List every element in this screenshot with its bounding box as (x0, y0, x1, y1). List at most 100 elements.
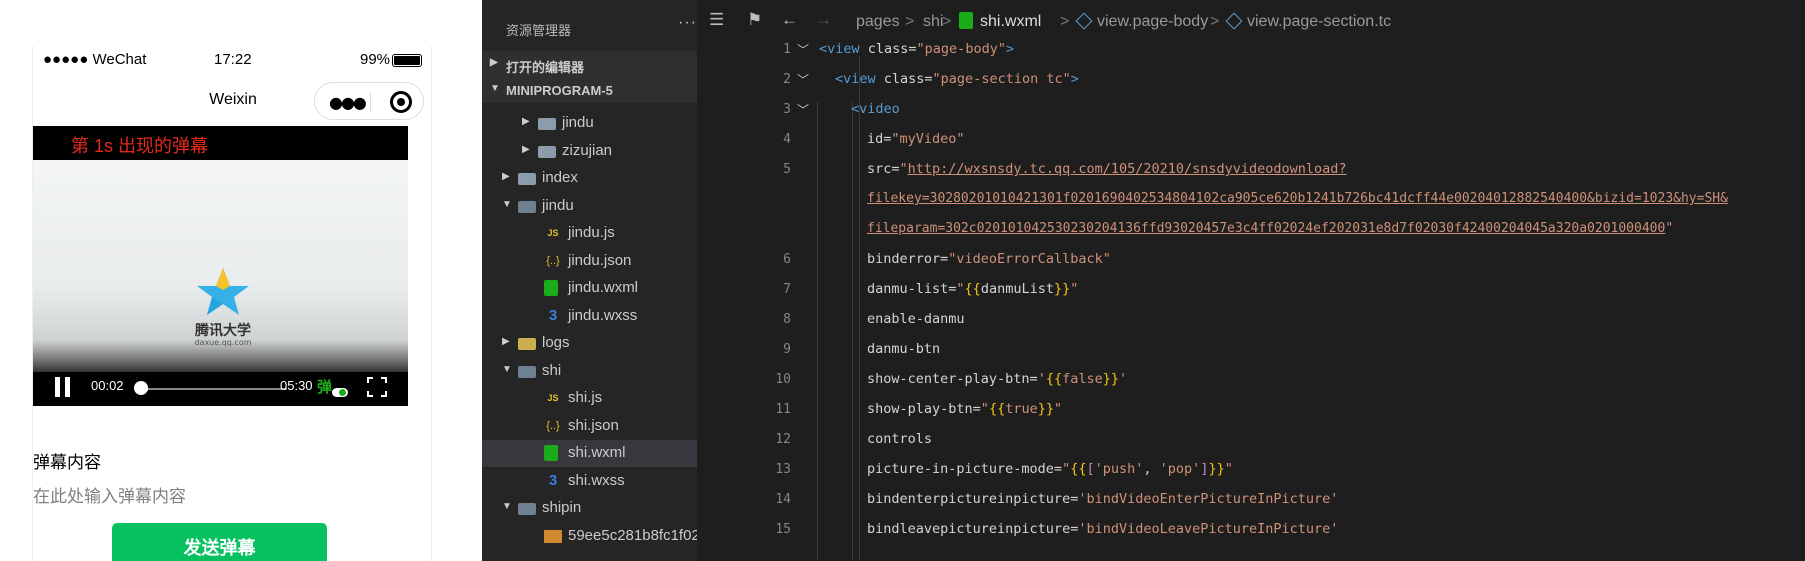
code-link[interactable]: filekey=30280201010421301f02016904025348… (867, 191, 1728, 206)
line-number: 13 (775, 462, 791, 477)
code-token: " (1053, 401, 1063, 417)
code-link[interactable]: http://wxsnsdy.tc.qq.com/105/20210/snsdy… (908, 161, 1347, 177)
logo-subtext: daxue.qq.com (194, 338, 252, 347)
chevron-right-icon: ▶ (522, 116, 530, 127)
tree-item-label: shi.json (568, 416, 619, 434)
tree-item[interactable]: ▶ jindu (482, 110, 697, 137)
bookmark-icon[interactable]: ⚑ (747, 10, 762, 30)
tree-item[interactable]: shi.wxml (482, 440, 697, 467)
code-token: show-center-play-btn= (867, 371, 1038, 387)
open-editors-section[interactable]: ▶ 打开的编辑器 (482, 51, 697, 77)
tree-item[interactable]: 3 jindu.wxss (482, 303, 697, 330)
tree-item[interactable]: ▶ zizujian (482, 138, 697, 165)
folder-open-icon (518, 503, 536, 515)
video-file-icon (544, 529, 562, 543)
tree-item[interactable]: jindu.wxml (482, 275, 697, 302)
code-line: controls (867, 431, 932, 447)
folder-open-icon (518, 200, 536, 213)
code-line: src="http://wxsnsdy.tc.qq.com/105/20210/… (867, 161, 1347, 177)
code-token: 'push' (1094, 461, 1144, 477)
code-token: " (899, 161, 908, 177)
tree-item-label: shi (542, 361, 562, 379)
list-icon[interactable]: ☰ (709, 10, 724, 30)
code-token: 'pop' (1159, 461, 1201, 477)
fold-chevron-icon[interactable]: ﹀ (797, 71, 809, 88)
code-line: id="myVideo" (867, 131, 965, 147)
tree-item[interactable]: ▼ shi (482, 358, 697, 385)
danmu-input[interactable] (33, 484, 413, 510)
code-token: enable-danmu (867, 311, 965, 327)
line-number: 5 (783, 162, 791, 177)
code-token: danmu-list= (867, 281, 957, 297)
js-file-icon: JS (547, 228, 559, 238)
video-controls: 00:02 05:30 弹 (33, 364, 408, 406)
code-area[interactable]: 1 ﹀ <view class="page-body"> 2 ﹀ <view c… (697, 38, 1805, 561)
project-section[interactable]: ▼ MINIPROGRAM-5 (482, 77, 697, 103)
tree-item-label: shi.wxss (568, 471, 625, 489)
code-token: bindenterpictureinpicture= (867, 491, 1079, 507)
tree-item[interactable]: JS shi.js (482, 385, 697, 412)
close-target-icon[interactable] (390, 91, 412, 113)
progress-knob[interactable] (134, 381, 148, 395)
tree-item[interactable]: 3 shi.wxss (482, 468, 697, 495)
fold-chevron-icon[interactable]: ﹀ (797, 101, 809, 118)
code-token: 'bindVideoEnterPictureInPicture' (1078, 491, 1339, 507)
wxml-file-icon (544, 445, 558, 461)
breadcrumb-pages[interactable]: pages (856, 13, 900, 31)
code-token: true (1005, 401, 1038, 417)
tree-item[interactable]: ▼ shipin (482, 495, 697, 522)
video-frame: 腾讯大学 daxue.qq.com (33, 160, 408, 372)
line-number: 14 (775, 492, 791, 507)
line-number: 12 (775, 432, 791, 447)
tree-item-label: shi.wxml (568, 444, 626, 461)
folder-open-icon (518, 365, 536, 378)
simulator-panel: ●●●●● WeChat 17:22 99% Weixin ●●● 腾讯大学 d… (0, 0, 482, 561)
indent-guide (859, 56, 860, 561)
code-token: {{ (1045, 371, 1063, 387)
tree-item-label: logs (542, 334, 570, 351)
tree-item[interactable]: {..} shi.json (482, 413, 697, 440)
tree-item[interactable]: ▶ logs (482, 330, 697, 357)
explorer-header: 资源管理器 ··· (482, 0, 697, 56)
line-number: 1 (783, 42, 791, 57)
breadcrumb-file[interactable]: shi.wxml (980, 13, 1041, 31)
code-line-wrap: fileparam=302c020101042530230204136ffd93… (867, 221, 1673, 236)
danmu-toggle-label[interactable]: 弹 (317, 376, 332, 397)
tree-item-label: jindu (562, 114, 594, 131)
code-token: " (1224, 461, 1233, 477)
more-icon[interactable]: ●●● (329, 93, 367, 112)
code-token: }} (1208, 461, 1225, 477)
menu-capsule[interactable]: ●●● (314, 82, 424, 120)
video-player[interactable]: 腾讯大学 daxue.qq.com 第 1s 出现的弹幕 00:02 05:30… (33, 126, 408, 406)
fullscreen-icon[interactable] (367, 377, 387, 397)
breadcrumb-page-section[interactable]: view.page-section.tc (1247, 13, 1391, 31)
code-token: class= (859, 41, 917, 57)
breadcrumb-separator: > (1060, 13, 1070, 30)
danmu-toggle-switch[interactable] (332, 388, 348, 397)
chevron-right-icon: ▶ (490, 57, 498, 68)
chevron-down-icon: ▼ (502, 198, 512, 210)
pause-icon[interactable] (55, 377, 71, 397)
breadcrumb-shi[interactable]: shi (923, 13, 943, 31)
tree-item[interactable]: ▼ jindu (482, 193, 697, 220)
tree-item[interactable]: ▶ index (482, 165, 697, 192)
more-actions-icon[interactable]: ··· (678, 14, 697, 32)
code-token: "page-section tc" (932, 71, 1071, 87)
tree-item[interactable]: JS jindu.js (482, 220, 697, 247)
code-line: <view class="page-section tc"> (835, 71, 1079, 87)
breadcrumb-page-body[interactable]: view.page-body (1097, 13, 1208, 31)
progress-track[interactable] (143, 387, 287, 391)
back-arrow-icon[interactable]: ← (781, 10, 798, 30)
line-number: 11 (775, 402, 791, 417)
code-token: " (1665, 221, 1674, 236)
code-link[interactable]: fileparam=302c020101042530230204136ffd93… (867, 221, 1665, 236)
fold-chevron-icon[interactable]: ﹀ (797, 41, 809, 58)
forward-arrow-icon[interactable]: → (815, 10, 832, 30)
code-token: src= (867, 161, 900, 177)
tree-item[interactable]: 59ee5c281b8fc1f02... (482, 523, 697, 550)
send-danmu-button[interactable]: 发送弹幕 (112, 523, 327, 561)
code-token: <video (851, 101, 900, 117)
code-line: <video (851, 101, 900, 117)
tree-item[interactable]: {..} jindu.json (482, 248, 697, 275)
code-token: <view (819, 41, 860, 57)
